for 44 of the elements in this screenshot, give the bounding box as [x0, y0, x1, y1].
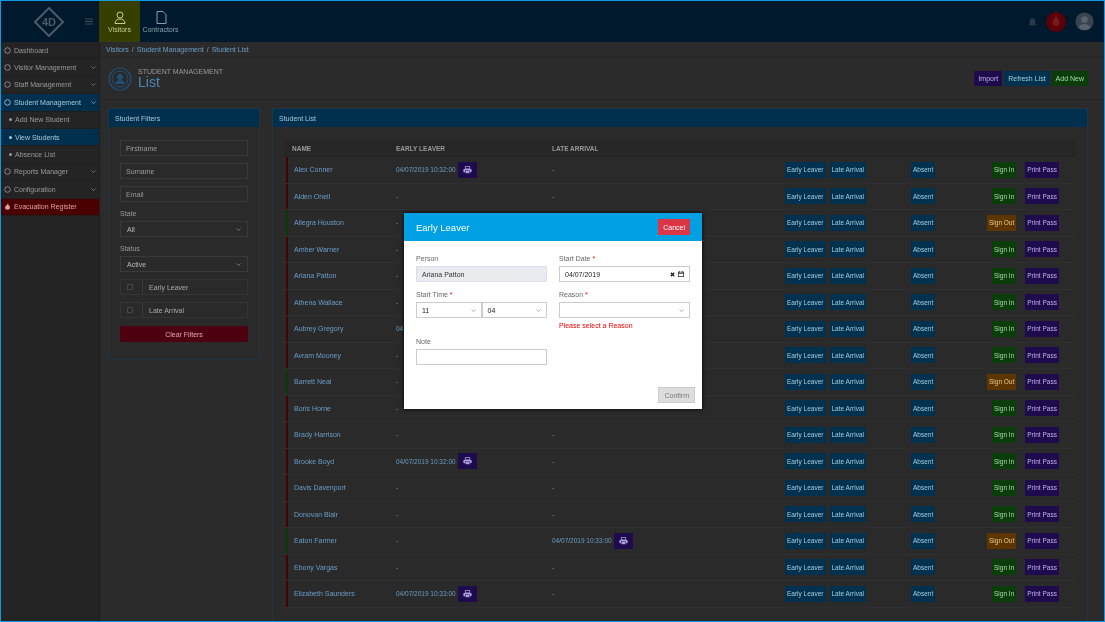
chevron-icon	[91, 100, 96, 104]
reason-select[interactable]	[559, 302, 690, 318]
calendar-icon[interactable]	[678, 271, 684, 277]
flame-icon	[4, 203, 11, 211]
chevron-icon	[91, 66, 96, 70]
print-button[interactable]	[457, 161, 477, 178]
chevron-icon	[236, 262, 241, 266]
printer-icon	[462, 457, 472, 466]
print-button[interactable]	[613, 532, 633, 549]
chevron-icon	[91, 170, 96, 174]
clear-icon[interactable]	[670, 271, 675, 277]
document-icon	[154, 10, 167, 24]
person-icon	[113, 10, 126, 24]
logo: 4D	[34, 6, 64, 37]
printer-icon	[462, 589, 472, 598]
bell-icon[interactable]	[1028, 16, 1037, 27]
chevron-icon	[679, 308, 684, 312]
circle-icon	[4, 81, 11, 89]
checkbox[interactable]	[127, 284, 133, 290]
checkbox[interactable]	[127, 307, 133, 313]
circle-icon	[4, 46, 11, 54]
chevron-icon	[91, 83, 96, 87]
bullet-icon	[9, 118, 12, 122]
chevron-icon	[536, 308, 541, 312]
drop-icon[interactable]	[1046, 11, 1066, 32]
circle-icon	[4, 168, 11, 176]
printer-icon	[462, 165, 472, 174]
menu-icon[interactable]	[85, 18, 93, 25]
printer-icon	[618, 536, 628, 545]
bullet-icon	[9, 135, 12, 139]
page-title: List	[138, 75, 161, 89]
print-button[interactable]	[457, 585, 477, 602]
note-field[interactable]	[416, 349, 547, 365]
chevron-icon	[91, 187, 96, 191]
circle-icon	[4, 185, 11, 193]
chevron-icon	[470, 308, 476, 312]
circle-icon	[4, 98, 11, 106]
dialog-title: Early Leaver	[416, 221, 470, 233]
print-button[interactable]	[457, 453, 477, 470]
chevron-icon	[236, 227, 241, 231]
avatar-icon[interactable]	[1075, 12, 1094, 31]
bullet-icon	[9, 153, 12, 157]
student-icon	[108, 66, 132, 91]
circle-icon	[4, 64, 11, 72]
